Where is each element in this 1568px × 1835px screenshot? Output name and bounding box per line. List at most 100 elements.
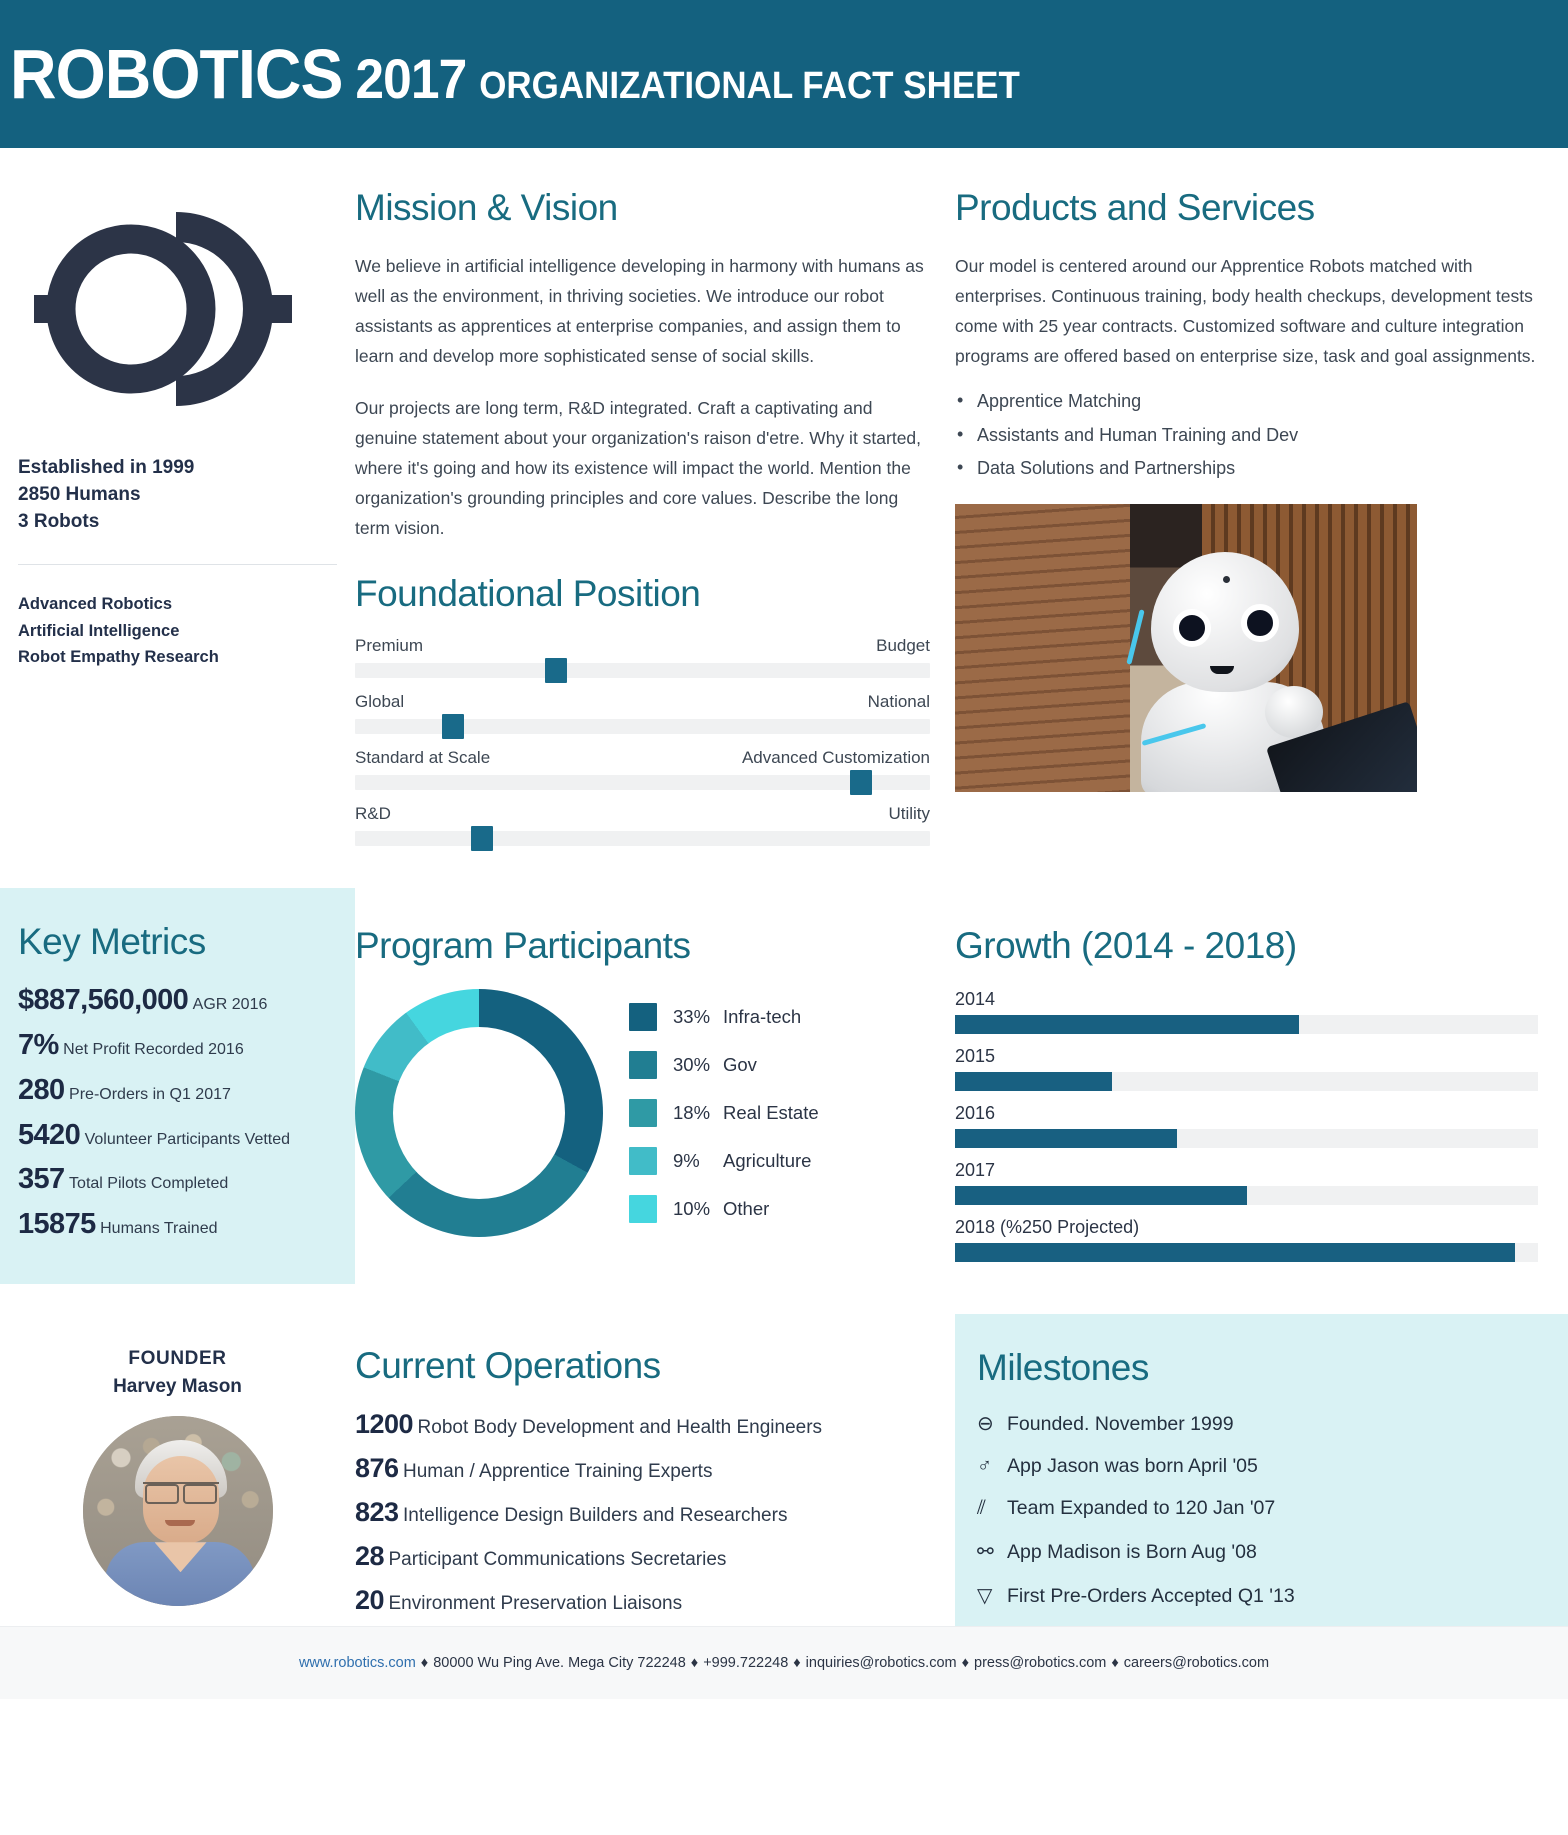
down-triangle-icon: ▽ xyxy=(977,1584,993,1607)
photo-wall-left xyxy=(955,503,1130,792)
slider-label-left: Premium xyxy=(355,636,424,656)
legend-swatch xyxy=(629,1146,657,1175)
slider-track[interactable] xyxy=(355,714,930,740)
legend-row: 33% Infra-tech xyxy=(629,1002,819,1031)
slider-label-right: Utility xyxy=(888,804,930,824)
slider-row[interactable]: Global National xyxy=(355,692,930,740)
slider-thumb[interactable] xyxy=(850,770,872,796)
legend-percent: 9% xyxy=(673,1149,700,1171)
band-top: Established in 1999 2850 Humans 3 Robots… xyxy=(0,148,1568,860)
milestones-list: ⊖ Founded. November 1999 ♂ App Jason was bo… xyxy=(977,1411,1542,1650)
milestone-item: ⚯ App Madison is Born Aug '08 xyxy=(977,1539,1542,1564)
footer-email-inquiries[interactable]: inquiries@robotics.com xyxy=(806,1655,957,1671)
footer-separator: ♦ xyxy=(793,1654,801,1671)
operation-value: 1200 xyxy=(355,1408,414,1439)
operation-item: 20 Environment Preservation Liaisons xyxy=(355,1585,935,1616)
growth-bar-row: 2018 (%250 Projected) xyxy=(955,1217,1538,1262)
metric-label: Net Profit Recorded 2016 xyxy=(63,1040,244,1058)
legend-label: Infra-tech xyxy=(723,1005,802,1027)
slider-thumb[interactable] xyxy=(441,714,464,740)
growth-year-label: 2018 (%250 Projected) xyxy=(955,1216,1140,1237)
legend-swatch xyxy=(629,1098,657,1127)
left-column-top: Established in 1999 2850 Humans 3 Robots… xyxy=(0,148,355,860)
growth-year-label: 2017 xyxy=(955,1159,996,1180)
legend-swatch xyxy=(629,1002,657,1031)
slider-thumb[interactable] xyxy=(545,658,568,684)
growth-bar-fill xyxy=(955,1185,1247,1205)
product-bullet: Data Solutions and Partnerships xyxy=(955,455,1538,482)
milestone-text: App Jason was born April '05 xyxy=(1007,1454,1258,1477)
slider-label-left: R&D xyxy=(355,804,391,824)
title-subtitle: ORGANIZATIONAL FACT SHEET xyxy=(479,65,1020,107)
growth-bar-fill xyxy=(955,1128,1177,1148)
operation-label: Robot Body Development and Health Engine… xyxy=(417,1416,823,1438)
slider-track[interactable] xyxy=(355,826,930,852)
legend-row: 9% Agriculture xyxy=(629,1146,819,1175)
metric-item: $887,560,000 AGR 2016 xyxy=(18,984,327,1017)
legend-swatch xyxy=(629,1050,657,1079)
footer-address: 80000 Wu Ping Ave. Mega City 722248 xyxy=(433,1654,686,1671)
metric-value: 357 xyxy=(18,1163,65,1196)
metric-item: 280 Pre-Orders in Q1 2017 xyxy=(18,1074,327,1107)
slider-track[interactable] xyxy=(355,770,930,796)
slider-track[interactable] xyxy=(355,658,930,684)
operation-label: Intelligence Design Builders and Researc… xyxy=(403,1504,788,1526)
operation-label: Participant Communications Secretaries xyxy=(388,1548,727,1570)
operation-value: 28 xyxy=(355,1540,385,1571)
slider-labels: Global National xyxy=(355,692,930,712)
slider-label-right: National xyxy=(867,692,930,712)
footer-email-press[interactable]: press@robotics.com xyxy=(974,1655,1106,1671)
slider-thumb[interactable] xyxy=(470,826,493,852)
slider-row[interactable]: R&D Utility xyxy=(355,804,930,852)
operation-value: 823 xyxy=(355,1496,399,1527)
product-bullet: Assistants and Human Training and Dev xyxy=(955,422,1538,449)
avatar-mouth xyxy=(164,1520,195,1527)
footer-website-link[interactable]: www.robotics.com xyxy=(299,1655,416,1671)
metrics-column: Key Metrics $887,560,000 AGR 2016 7% Net … xyxy=(0,888,355,1285)
products-heading: Products and Services xyxy=(955,187,1315,228)
growth-year-label: 2014 xyxy=(955,988,996,1009)
focus-area-item: Artificial Intelligence xyxy=(18,621,180,640)
participants-heading: Program Participants xyxy=(355,925,691,967)
legend-row: 10% Other xyxy=(629,1194,819,1223)
slider-labels: R&D Utility xyxy=(355,804,930,824)
page-footer: www.robotics.com ♦ 80000 Wu Ping Ave. Mega… xyxy=(0,1625,1568,1699)
robots-line: 3 Robots xyxy=(18,510,100,532)
milestone-item: ♂ App Jason was born April '05 xyxy=(977,1455,1542,1478)
products-paragraph: Our model is centered around our Apprent… xyxy=(955,255,1536,366)
focus-area-item: Robot Empathy Research xyxy=(18,648,219,667)
donut-hole xyxy=(393,1026,565,1199)
milestone-item: ⫽ Team Expanded to 120 Jan '07 xyxy=(977,1497,1542,1520)
humans-line: 2850 Humans xyxy=(18,483,141,505)
growth-track xyxy=(955,1185,1538,1205)
growth-section: Growth (2014 - 2018) 2014 2015 2016 2017 201… xyxy=(955,888,1568,1262)
title-main: ROBOTICS xyxy=(10,35,343,113)
metric-item: 7% Net Profit Recorded 2016 xyxy=(18,1029,327,1062)
slider-label-right: Budget xyxy=(876,636,930,656)
participants-section: Program Participants 33% Infra-tech 30% Gov… xyxy=(355,888,955,1243)
metric-item: 15875 Humans Trained xyxy=(18,1208,327,1241)
foundational-heading: Foundational Position xyxy=(355,572,701,614)
title-year: 2017 xyxy=(355,47,467,110)
legend-percent: 18% xyxy=(673,1101,711,1123)
mars-symbol-icon: ♂ xyxy=(977,1454,992,1477)
donut-legend: 33% Infra-tech 30% Gov 18% Real Estate 9% Agric… xyxy=(629,989,819,1243)
legend-percent: 10% xyxy=(673,1197,711,1219)
slider-label-left: Global xyxy=(355,692,405,712)
growth-year-label: 2015 xyxy=(955,1045,996,1066)
foundational-position-section: Foundational Position Premium Budget Globa… xyxy=(355,544,955,852)
footer-email-careers[interactable]: careers@robotics.com xyxy=(1124,1655,1269,1671)
footer-separator: ♦ xyxy=(961,1654,969,1671)
slider-row[interactable]: Standard at Scale Advanced Customization xyxy=(355,748,930,796)
avatar-glasses xyxy=(142,1482,219,1505)
growth-bar-row: 2017 xyxy=(955,1160,1538,1205)
metric-label: AGR 2016 xyxy=(192,995,268,1013)
mission-paragraph-1: We believe in artificial intelligence de… xyxy=(355,255,924,366)
footer-contact-line: www.robotics.com ♦ 80000 Wu Ping Ave. Mega… xyxy=(299,1655,1269,1671)
growth-track xyxy=(955,1128,1538,1148)
donut-chart xyxy=(355,988,603,1237)
slider-row[interactable]: Premium Budget xyxy=(355,636,930,684)
linked-rings-icon: ⚯ xyxy=(977,1540,994,1563)
operation-label: Environment Preservation Liaisons xyxy=(388,1592,683,1614)
growth-bar-fill xyxy=(955,1242,1515,1262)
